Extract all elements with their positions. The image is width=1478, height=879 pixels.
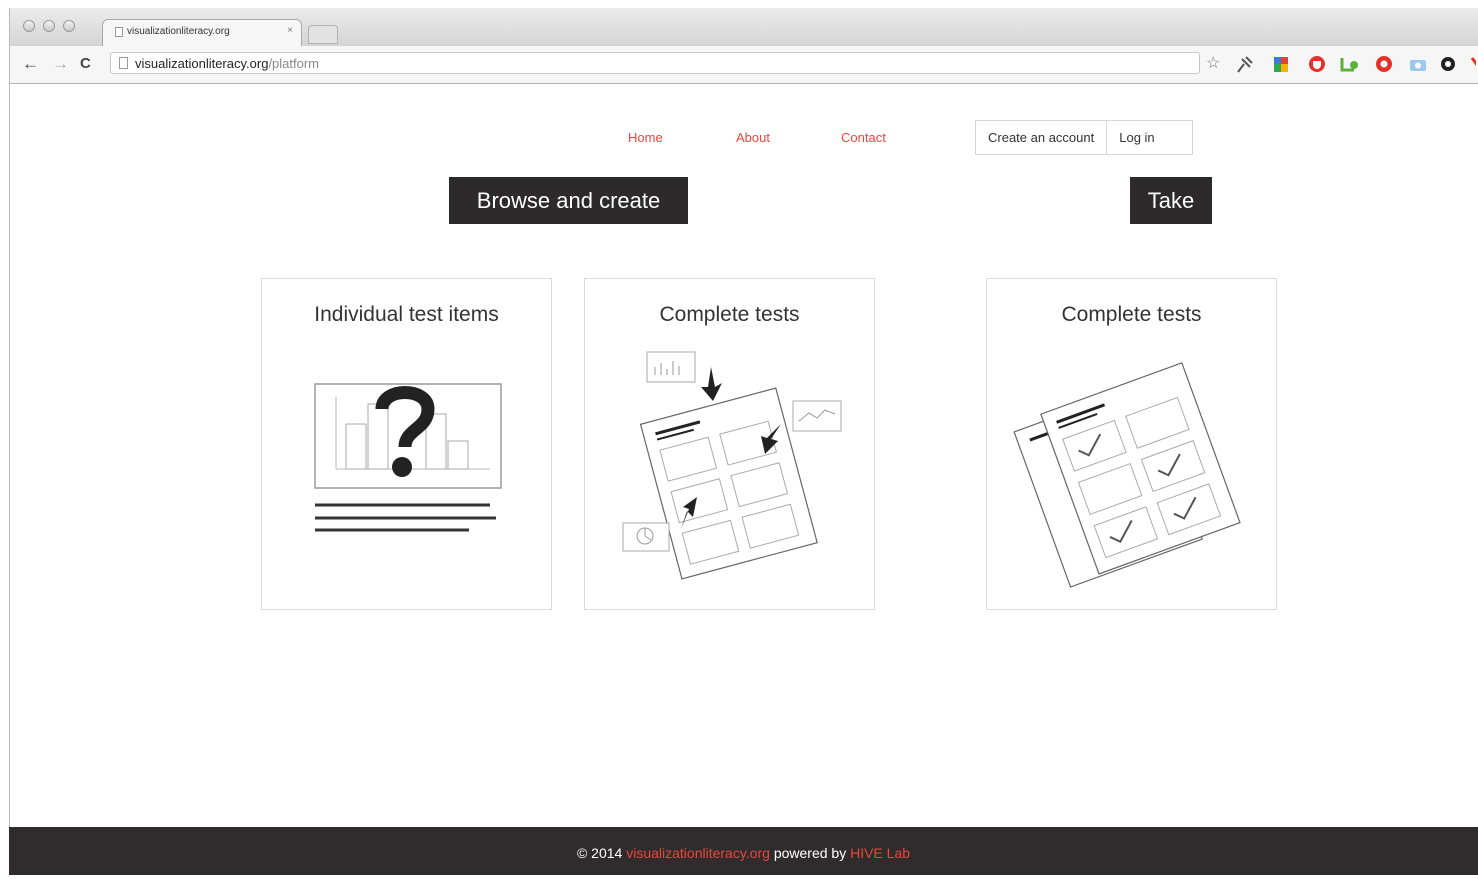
browse-create-heading: Browse and create bbox=[449, 177, 688, 224]
extension-icon[interactable] bbox=[1470, 57, 1476, 66]
pin-icon[interactable] bbox=[1237, 56, 1253, 73]
card-individual-test-items[interactable]: Individual test items bbox=[261, 278, 552, 610]
leaf-icon[interactable] bbox=[1340, 58, 1358, 72]
back-icon[interactable]: ← bbox=[22, 54, 39, 74]
gear-icon[interactable] bbox=[1441, 57, 1455, 71]
camera-icon[interactable] bbox=[1410, 60, 1426, 71]
footer-powered-by: powered by bbox=[773, 845, 847, 861]
checked-tests-icon bbox=[1013, 362, 1241, 588]
reload-icon[interactable]: C bbox=[80, 54, 91, 74]
chart-question-icon bbox=[314, 383, 502, 532]
shield-icon[interactable] bbox=[1309, 56, 1325, 72]
url-path: /platform bbox=[268, 56, 320, 71]
account-box: Create an account Log in bbox=[975, 120, 1193, 155]
nav-contact-link[interactable]: Contact bbox=[841, 130, 886, 145]
card-complete-tests-browse[interactable]: Complete tests bbox=[584, 278, 875, 610]
browser-titlebar: visualizationliteracy.org × bbox=[10, 8, 1478, 46]
lifebuoy-icon[interactable] bbox=[1376, 56, 1392, 72]
bookmark-star-icon[interactable]: ☆ bbox=[1206, 55, 1220, 73]
card-complete-tests-take[interactable]: Complete tests bbox=[986, 278, 1277, 610]
create-account-button[interactable]: Create an account bbox=[976, 121, 1106, 154]
footer-lab-link[interactable]: HIVE Lab bbox=[850, 845, 910, 861]
tab-close-icon[interactable]: × bbox=[287, 25, 293, 36]
page-icon bbox=[115, 27, 123, 37]
login-button[interactable]: Log in bbox=[1107, 121, 1166, 154]
url-host: visualizationliteracy.org bbox=[135, 56, 269, 71]
nav-about-link[interactable]: About bbox=[736, 130, 770, 145]
site-footer: © 2014 visualizationliteracy.org powered… bbox=[9, 827, 1478, 875]
browser-toolbar: ← → C visualizationliteracy.org/platform… bbox=[10, 46, 1478, 84]
close-window-button[interactable] bbox=[23, 20, 35, 32]
footer-copyright: © 2014 bbox=[576, 845, 623, 861]
url-text: visualizationliteracy.org/platform bbox=[135, 56, 319, 71]
tab-title: visualizationliteracy.org bbox=[127, 26, 230, 37]
extension-toolbar bbox=[1237, 56, 1476, 73]
assemble-test-icon bbox=[622, 351, 842, 580]
minimize-window-button[interactable] bbox=[43, 20, 55, 32]
google-icon[interactable] bbox=[1274, 57, 1288, 72]
footer-site-link[interactable]: visualizationliteracy.org bbox=[626, 845, 770, 861]
new-tab-button[interactable] bbox=[308, 25, 338, 44]
zoom-window-button[interactable] bbox=[63, 20, 75, 32]
address-bar[interactable]: visualizationliteracy.org/platform bbox=[110, 52, 1200, 74]
take-heading: Take bbox=[1130, 177, 1212, 224]
nav-home-link[interactable]: Home bbox=[628, 130, 663, 145]
forward-icon[interactable]: → bbox=[52, 54, 69, 74]
browser-tab[interactable]: visualizationliteracy.org × bbox=[102, 19, 302, 46]
page-icon bbox=[119, 57, 128, 69]
